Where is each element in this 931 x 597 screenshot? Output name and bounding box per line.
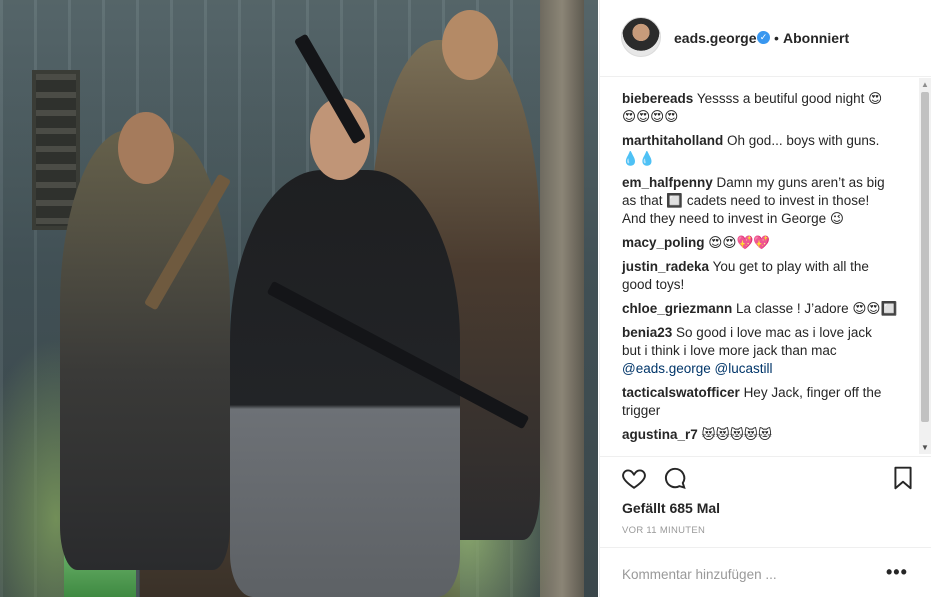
comments-scrollbar[interactable]: ▲ ▼ [919, 78, 931, 454]
scrollbar-thumb[interactable] [921, 92, 929, 422]
comments-list[interactable]: biebereads Yessss a beutiful good night … [600, 78, 931, 454]
comment-text: And they need to invest in George 😉 [622, 211, 844, 226]
photo-person-right-head [442, 10, 498, 80]
comment-item: biebereads Yessss a beutiful good night … [622, 90, 912, 126]
heart-icon[interactable] [621, 465, 647, 491]
comment-username[interactable]: tacticalswatofficer [622, 385, 740, 400]
post-side-panel: eads.george ✓ • Abonniert biebereads Yes… [599, 0, 931, 597]
comment-bubble-icon[interactable] [662, 465, 688, 491]
comment-text: Damn my guns aren’t as big [716, 175, 885, 190]
comment-username[interactable]: biebereads [622, 91, 693, 106]
bookmark-icon[interactable] [890, 465, 916, 491]
comment-text: 😻😻😻😻😻 [701, 427, 772, 442]
post-actions-bar [600, 456, 931, 500]
comment-input[interactable] [622, 564, 872, 584]
comment-item: benia23 So good i love mac as i love jac… [622, 324, 912, 378]
likes-count[interactable]: Gefällt 685 Mal [622, 500, 720, 516]
comment-text: 😍😍💖💖 [708, 235, 771, 250]
scroll-down-arrow-icon[interactable]: ▼ [921, 443, 929, 452]
comment-item: tacticalswatofficer Hey Jack, finger off… [622, 384, 912, 420]
verified-badge-icon: ✓ [757, 31, 770, 44]
comment-username[interactable]: justin_radeka [622, 259, 709, 274]
comment-item: em_halfpenny Damn my guns aren’t as big … [622, 174, 912, 228]
comment-text: trigger [622, 403, 661, 418]
author-avatar[interactable] [621, 17, 661, 57]
follow-status-button[interactable]: Abonniert [783, 30, 849, 46]
comment-text: Yessss a beutiful good night 😍 [696, 91, 883, 106]
comment-text: 💧💧 [622, 151, 656, 166]
comment-item: chloe_griezmann La classe ! J’adore 😍😍🔲 [622, 300, 912, 318]
comment-username[interactable]: benia23 [622, 325, 672, 340]
comment-item: macy_poling 😍😍💖💖 [622, 234, 912, 252]
comment-text: You get to play with all the [712, 259, 869, 274]
comment-text: La classe ! J’adore 😍😍🔲 [736, 301, 898, 316]
post-photo[interactable] [0, 0, 598, 597]
author-handle[interactable]: eads.george [674, 30, 756, 46]
comment-text: as that 🔲 cadets need to invest in those… [622, 193, 870, 208]
comment-text: So good i love mac as i love jack [676, 325, 872, 340]
post-timestamp[interactable]: VOR 11 MINUTEN [622, 525, 705, 536]
comment-mentions[interactable]: @eads.george @lucastill [622, 361, 772, 376]
post-header: eads.george ✓ • Abonniert [600, 0, 931, 77]
comment-username[interactable]: em_halfpenny [622, 175, 713, 190]
comment-text: good toys! [622, 277, 685, 292]
comment-username[interactable]: chloe_griezmann [622, 301, 732, 316]
comment-text: Hey Jack, finger off the [743, 385, 882, 400]
scroll-up-arrow-icon[interactable]: ▲ [921, 80, 929, 89]
comment-username[interactable]: macy_poling [622, 235, 705, 250]
photo-person-left-head [118, 112, 174, 184]
comment-text: 😍😍😍😍 [622, 109, 679, 124]
comment-item: marthitaholland Oh god... boys with guns… [622, 132, 912, 168]
comment-item: agustina_r7 😻😻😻😻😻 [622, 426, 912, 444]
more-options-icon[interactable]: ••• [886, 562, 908, 583]
add-comment-bar: ••• [600, 547, 931, 597]
comment-item: justin_radeka You get to play with all t… [622, 258, 912, 294]
photo-person-center [230, 98, 460, 597]
comment-text: but i think i love more jack than mac [622, 343, 837, 358]
comment-username[interactable]: marthitaholland [622, 133, 723, 148]
comment-username[interactable]: agustina_r7 [622, 427, 698, 442]
comment-text: Oh god... boys with guns. [727, 133, 880, 148]
header-separator: • [774, 30, 779, 46]
